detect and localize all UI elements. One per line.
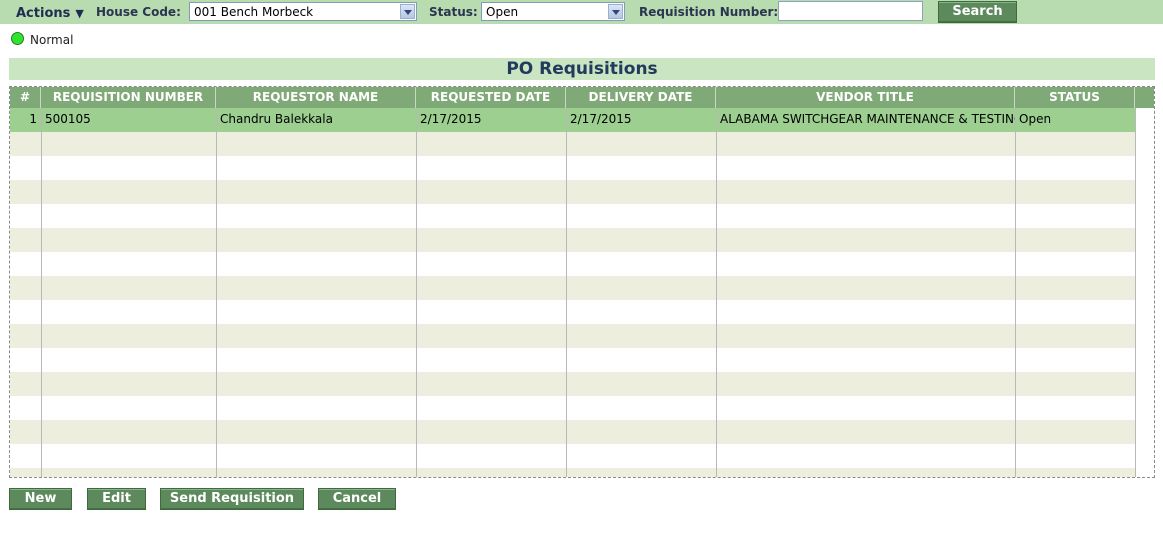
edit-button[interactable]: Edit: [87, 488, 146, 510]
column-divider: [1135, 108, 1136, 477]
cell-status: Open: [1019, 112, 1052, 126]
cell-requisition-number: 500105: [45, 112, 91, 126]
house-code-label: House Code:: [96, 5, 181, 19]
requisition-number-label: Requisition Number:: [639, 5, 779, 19]
status-value: Open: [486, 5, 519, 19]
status-select[interactable]: Open: [481, 2, 625, 21]
empty-row: [10, 252, 1135, 276]
empty-row: [10, 180, 1135, 204]
actions-label: Actions: [16, 6, 71, 21]
chevron-down-icon[interactable]: [400, 4, 415, 19]
column-header-requisition-number[interactable]: REQUISITION NUMBER: [41, 87, 216, 108]
column-header-vendor-title[interactable]: VENDOR TITLE: [716, 87, 1015, 108]
empty-row: [10, 324, 1135, 348]
cancel-button[interactable]: Cancel: [318, 488, 396, 510]
new-button[interactable]: New: [9, 488, 72, 510]
house-code-select[interactable]: 001 Bench Morbeck: [189, 2, 417, 21]
normal-status-dot-icon: [11, 32, 24, 45]
requisitions-grid: # REQUISITION NUMBER REQUESTOR NAME REQU…: [9, 86, 1155, 478]
column-divider: [566, 108, 567, 477]
empty-row: [10, 300, 1135, 324]
empty-row: [10, 468, 1135, 477]
requisition-number-input[interactable]: [778, 1, 923, 21]
empty-row: [10, 228, 1135, 252]
column-header-requested-date[interactable]: REQUESTED DATE: [416, 87, 566, 108]
cell-vendor-title: ALABAMA SWITCHGEAR MAINTENANCE & TESTING: [720, 112, 1015, 126]
empty-row: [10, 420, 1135, 444]
column-divider: [216, 108, 217, 477]
cell-requestor-name: Chandru Balekkala: [220, 112, 333, 126]
cell-requested-date: 2/17/2015: [420, 112, 482, 126]
column-divider: [1015, 108, 1016, 477]
cell-index: 1: [29, 112, 37, 126]
chevron-down-icon[interactable]: [608, 4, 623, 19]
empty-row: [10, 156, 1135, 180]
page-title: PO Requisitions: [9, 58, 1155, 80]
empty-row: [10, 444, 1135, 468]
house-code-value: 001 Bench Morbeck: [194, 5, 314, 19]
column-divider: [41, 108, 42, 477]
empty-row: [10, 348, 1135, 372]
empty-row: [10, 372, 1135, 396]
empty-row: [10, 276, 1135, 300]
cell-delivery-date: 2/17/2015: [570, 112, 632, 126]
column-divider: [416, 108, 417, 477]
column-header-status[interactable]: STATUS: [1015, 87, 1135, 108]
column-divider: [716, 108, 717, 477]
search-button[interactable]: Search: [938, 1, 1017, 23]
table-row[interactable]: 1 500105 Chandru Balekkala 2/17/2015 2/1…: [10, 108, 1135, 132]
actions-menu[interactable]: Actions ▼: [16, 6, 84, 21]
empty-row: [10, 396, 1135, 420]
dropdown-arrow-icon: ▼: [75, 7, 84, 20]
send-requisition-button[interactable]: Send Requisition: [160, 488, 304, 510]
column-header-delivery-date[interactable]: DELIVERY DATE: [566, 87, 716, 108]
normal-legend-label: Normal: [30, 33, 74, 47]
empty-row: [10, 204, 1135, 228]
empty-row: [10, 132, 1135, 156]
toolbar: Actions ▼ House Code: 001 Bench Morbeck S…: [0, 0, 1163, 24]
grid-header: # REQUISITION NUMBER REQUESTOR NAME REQU…: [10, 87, 1154, 108]
column-header-index[interactable]: #: [10, 87, 41, 108]
column-header-requestor-name[interactable]: REQUESTOR NAME: [216, 87, 416, 108]
status-label: Status:: [429, 5, 478, 19]
